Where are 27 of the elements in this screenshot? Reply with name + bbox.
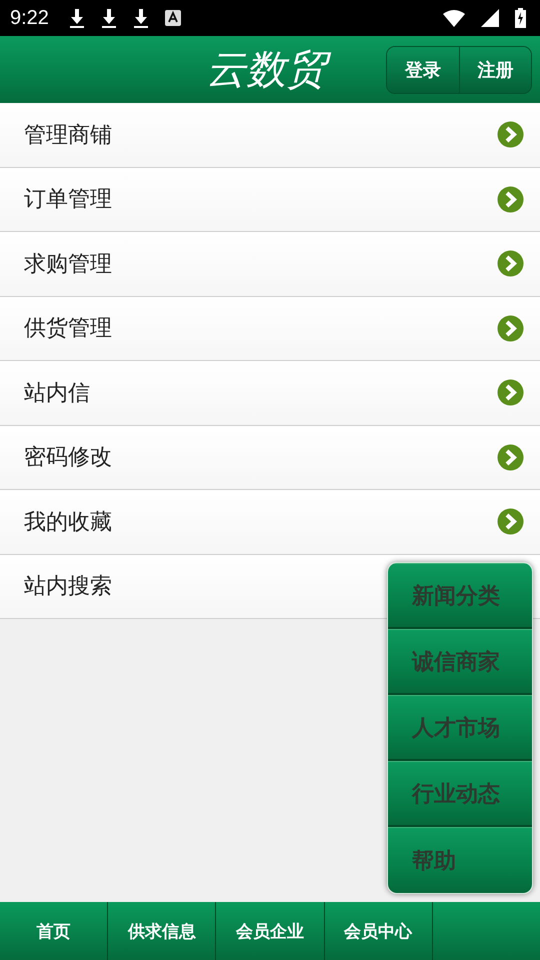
menu-item-label: 订单管理 bbox=[24, 186, 112, 214]
status-time: 9:22 bbox=[10, 6, 49, 30]
login-button[interactable]: 登录 bbox=[387, 46, 459, 92]
menu-item-label: 密码修改 bbox=[24, 444, 112, 472]
download-icon bbox=[68, 8, 85, 28]
app-title: 云数贸 bbox=[186, 42, 346, 97]
signal-icon bbox=[481, 9, 499, 27]
download-icon bbox=[100, 8, 117, 28]
register-button[interactable]: 注册 bbox=[459, 46, 531, 92]
menu-item[interactable]: 供货管理 bbox=[0, 296, 540, 361]
battery-icon bbox=[515, 8, 526, 28]
menu-item-label: 求购管理 bbox=[24, 250, 112, 279]
menu-item-label: 管理商铺 bbox=[24, 122, 112, 150]
menu-item-label: 站内信 bbox=[24, 380, 90, 408]
nav-tab[interactable]: 会员企业 bbox=[215, 902, 324, 960]
nav-tab[interactable] bbox=[432, 902, 540, 960]
nav-tab[interactable]: 会员中心 bbox=[324, 902, 432, 960]
menu-item-label: 我的收藏 bbox=[24, 508, 112, 537]
app-icon bbox=[164, 10, 181, 26]
menu-item[interactable]: 订单管理 bbox=[0, 168, 540, 232]
wifi-icon bbox=[443, 10, 465, 26]
menu-item-label: 供货管理 bbox=[24, 315, 112, 344]
nav-tab[interactable]: 供求信息 bbox=[107, 902, 216, 960]
nav-tab[interactable]: 首页 bbox=[0, 902, 108, 960]
menu-item[interactable]: 密码修改 bbox=[0, 426, 540, 490]
download-icon bbox=[132, 8, 149, 28]
menu-item-label: 站内搜索 bbox=[24, 573, 112, 602]
